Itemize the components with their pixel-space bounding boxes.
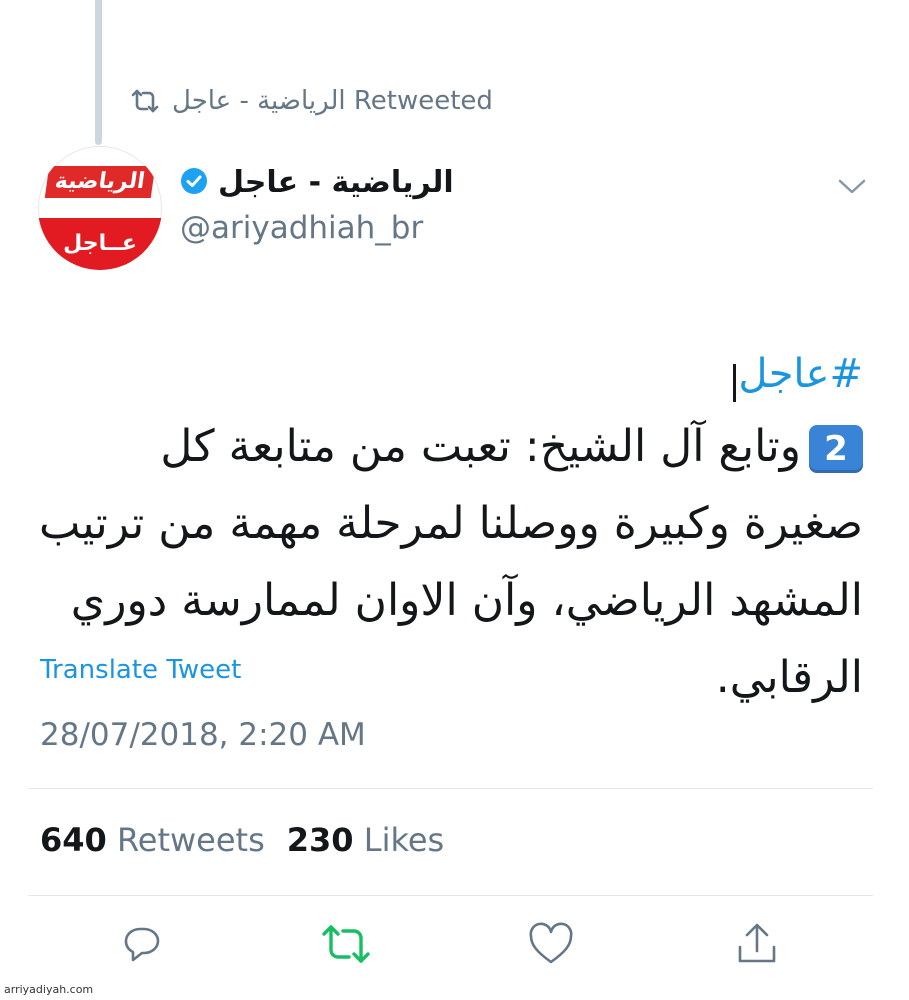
tweet-timestamp[interactable]: 28/07/2018, 2:20 AM	[40, 717, 366, 753]
thread-connector-line	[95, 0, 102, 145]
translate-tweet-link[interactable]: Translate Tweet	[40, 655, 241, 685]
reply-button[interactable]	[116, 920, 168, 972]
verified-badge-icon	[180, 167, 208, 199]
like-button[interactable]	[525, 920, 577, 972]
watermark: arriyadiyah.com	[4, 983, 94, 996]
likes-count: 230	[286, 821, 354, 859]
avatar[interactable]: الرياضية عــاجل	[38, 146, 162, 270]
retweets-count: 640	[40, 821, 107, 859]
avatar-badge-text: عــاجل	[63, 231, 137, 257]
author-handle[interactable]: @ariyadhiah_br	[180, 210, 423, 246]
tweet-stats: 640 Retweets 230 Likes	[40, 821, 444, 859]
divider	[28, 788, 873, 789]
avatar-logo-text: الرياضية	[44, 165, 156, 198]
like-icon	[527, 922, 575, 970]
share-button[interactable]	[731, 920, 783, 972]
likes-stat[interactable]: 230 Likes	[287, 821, 444, 859]
tweet-actions-bar	[0, 920, 909, 980]
author-name-row[interactable]: الرياضية - عاجل	[180, 165, 454, 200]
divider	[28, 895, 873, 896]
keycap-number-icon: 2	[809, 425, 863, 473]
retweets-label: Retweets	[116, 821, 265, 859]
likes-label: Likes	[363, 821, 445, 859]
chevron-down-icon[interactable]	[836, 176, 868, 200]
retweet-button[interactable]	[320, 920, 372, 972]
reply-icon	[119, 921, 165, 971]
share-icon	[734, 921, 780, 971]
retweet-banner[interactable]: الرياضية - عاجل Retweeted	[130, 82, 493, 120]
retweet-icon	[320, 922, 372, 970]
author-name[interactable]: الرياضية - عاجل	[218, 165, 454, 200]
retweet-icon	[130, 88, 160, 114]
retweets-stat[interactable]: 640 Retweets	[40, 821, 265, 859]
hashtag-link[interactable]: #عاجل	[738, 351, 863, 397]
text-cursor	[733, 363, 737, 402]
retweet-banner-text: الرياضية - عاجل Retweeted	[172, 86, 493, 116]
